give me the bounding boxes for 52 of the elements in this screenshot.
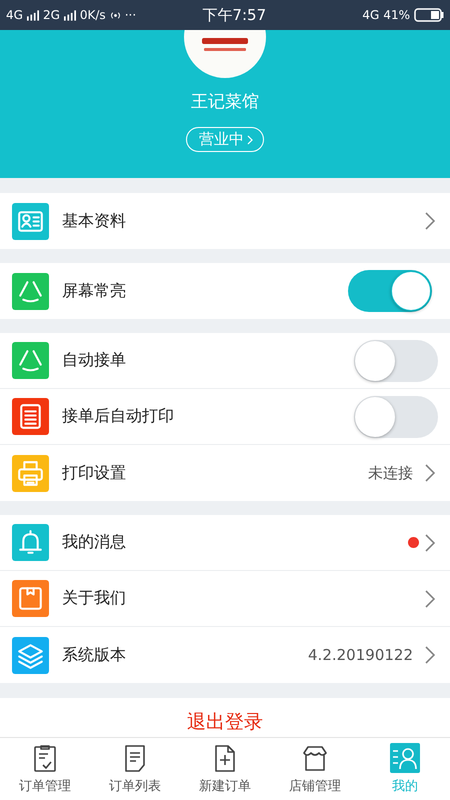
tab[interactable]: 订单管理 bbox=[0, 738, 90, 800]
network-label: 2G bbox=[42, 8, 60, 22]
row-label: 打印设置 bbox=[62, 462, 127, 484]
tab[interactable]: 订单列表 bbox=[90, 738, 180, 800]
speed-label: 0K/s bbox=[80, 8, 106, 22]
battery-label: 41% bbox=[383, 8, 410, 22]
row-label: 系统版本 bbox=[62, 644, 127, 666]
store-icon bbox=[300, 743, 330, 773]
settings-row[interactable]: 我的消息 bbox=[0, 515, 450, 571]
chevron-icon bbox=[425, 590, 435, 608]
toggle-switch[interactable] bbox=[348, 270, 432, 312]
profile-icon bbox=[390, 743, 420, 773]
signal-icon bbox=[26, 10, 39, 20]
signal-icon bbox=[64, 10, 76, 20]
settings-row[interactable]: 自动接单 bbox=[0, 333, 450, 389]
row-label: 关于我们 bbox=[62, 588, 127, 609]
box-icon bbox=[12, 580, 49, 617]
network-label: 4G bbox=[362, 8, 380, 22]
row-value: 4.2.20190122 bbox=[308, 646, 413, 664]
row-label: 自动接单 bbox=[62, 350, 127, 371]
row-value: 未连接 bbox=[368, 464, 413, 482]
settings-row[interactable]: 接单后自动打印 bbox=[0, 389, 450, 445]
layers-icon bbox=[12, 636, 49, 674]
settings-row[interactable]: 关于我们 bbox=[0, 571, 450, 627]
settings-row[interactable]: 打印设置 未连接 bbox=[0, 445, 450, 501]
logout-button[interactable]: 退出登录 bbox=[187, 709, 263, 737]
chevron-icon bbox=[425, 464, 435, 482]
chevron-icon bbox=[425, 534, 435, 552]
row-label: 屏幕常亮 bbox=[62, 280, 127, 302]
more-label: ··· bbox=[124, 8, 136, 22]
settings-row[interactable]: 屏幕常亮 bbox=[0, 263, 450, 319]
bell-icon bbox=[12, 524, 49, 561]
shop-name: 王记菜馆 bbox=[191, 91, 259, 113]
tab[interactable]: 新建订单 bbox=[180, 738, 270, 800]
printer-icon bbox=[12, 454, 49, 492]
toggle-switch[interactable] bbox=[354, 340, 438, 382]
document-icon bbox=[12, 398, 49, 435]
row-label: 基本资料 bbox=[62, 210, 127, 232]
id-card-icon bbox=[12, 202, 49, 240]
chevron-icon bbox=[425, 212, 435, 230]
time-label: 下午7:57 bbox=[202, 6, 266, 24]
toggle-switch[interactable] bbox=[354, 396, 438, 438]
settings-row[interactable]: 基本资料 bbox=[0, 193, 450, 249]
chevron-icon bbox=[247, 134, 253, 144]
battery-icon bbox=[414, 8, 444, 22]
chevron-icon bbox=[425, 646, 435, 664]
settings-row[interactable]: 系统版本 4.2.20190122 bbox=[0, 627, 450, 683]
network-label: 4G bbox=[6, 8, 23, 22]
row-label: 我的消息 bbox=[62, 532, 127, 553]
tab[interactable]: 店铺管理 bbox=[270, 738, 360, 800]
hotspot-icon bbox=[110, 10, 121, 20]
row-label: 接单后自动打印 bbox=[62, 406, 175, 427]
